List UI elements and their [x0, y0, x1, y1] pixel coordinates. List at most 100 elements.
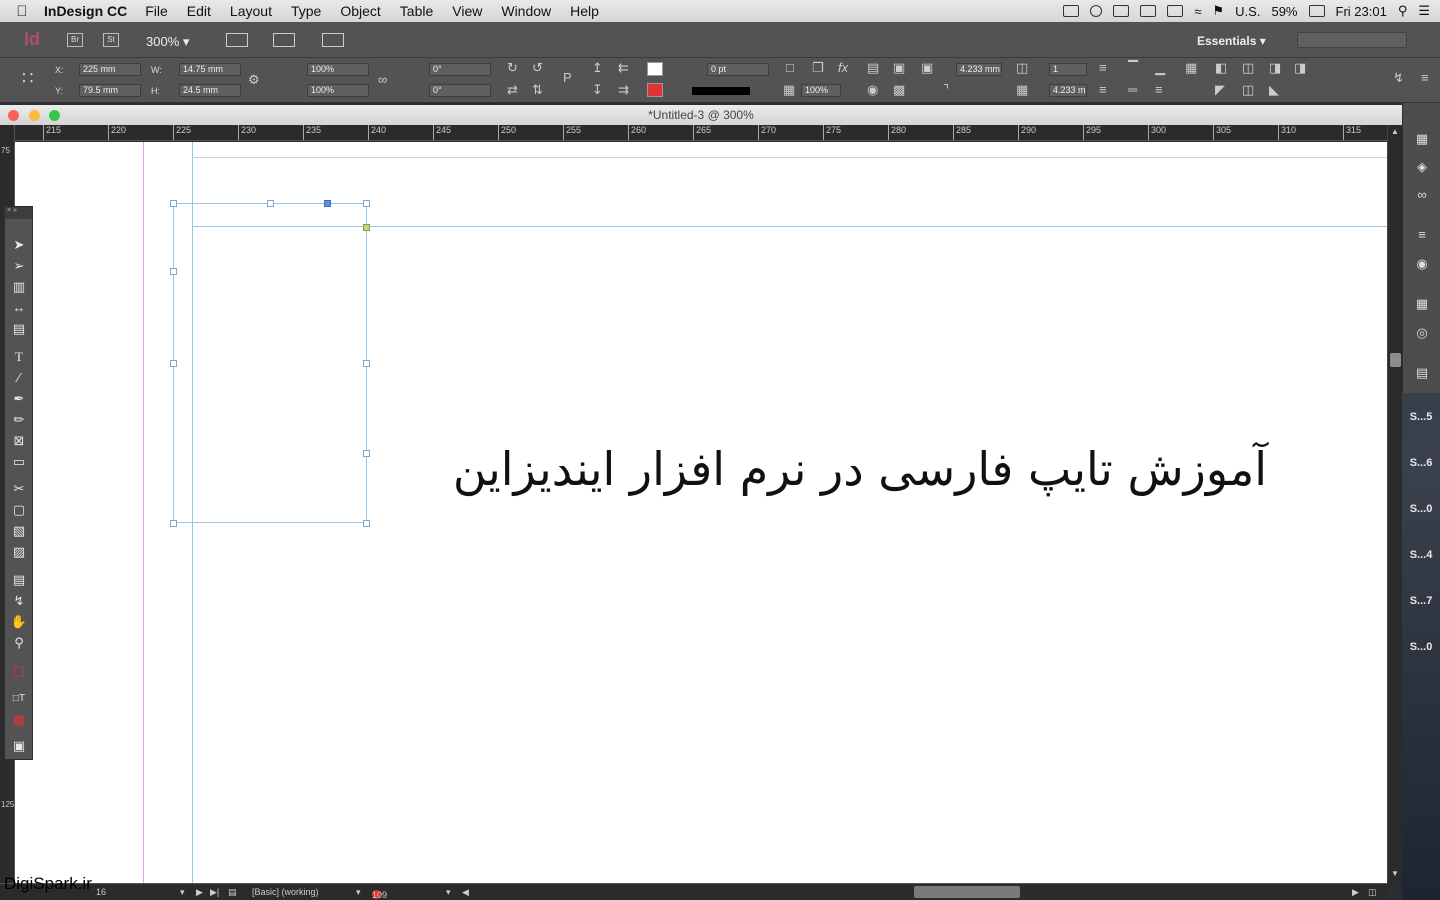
scroll-up-icon[interactable]: ▲ — [1391, 127, 1399, 136]
horizontal-scroll-thumb[interactable] — [914, 886, 1020, 898]
gap-tool-icon[interactable]: ↔ — [10, 300, 28, 316]
frame-handle-bottom-left[interactable] — [170, 520, 177, 527]
frame-fitting-icon[interactable]: ▣ — [921, 60, 933, 76]
close-window-button[interactable] — [8, 110, 19, 121]
bridge-button[interactable]: Br — [67, 33, 83, 47]
align-justify-icon[interactable]: ≡ — [1099, 82, 1107, 97]
page-tool-icon[interactable]: ▥ — [10, 279, 28, 295]
align-middle-icon[interactable]: ═ — [1128, 82, 1137, 97]
farsi-text-line[interactable]: آموزش تایپ فارسی در نرم افزار ایندیزاین — [417, 442, 1267, 496]
note-tool-icon[interactable]: ▤ — [10, 572, 28, 588]
preflight-profile-dropdown-icon[interactable]: ▾ — [356, 887, 361, 898]
select-next-icon[interactable]: ⇉ — [618, 82, 629, 98]
gradient-feather-tool-icon[interactable]: ▨ — [10, 544, 28, 560]
frame-out-port-handle[interactable] — [363, 224, 370, 231]
align-baseline-icon[interactable]: ≡ — [1155, 82, 1163, 97]
content-collector-tool-icon[interactable]: ▤ — [10, 321, 28, 337]
frame-handle-top[interactable] — [267, 200, 274, 207]
height-field[interactable]: 24.5 mm — [179, 84, 241, 97]
stroke-swatch[interactable] — [647, 83, 663, 97]
horizontal-ruler[interactable]: 215 220 225 230 235 240 245 250 255 260 … — [15, 125, 1387, 141]
rectangle-frame-tool-icon[interactable]: ⊠ — [10, 433, 28, 449]
text-wrap-box-icon[interactable]: ▣ — [893, 60, 905, 76]
shear-field[interactable]: 0° — [429, 84, 491, 97]
pencil-tool-icon[interactable]: ✏ — [10, 412, 28, 428]
align-bottom-edges-icon[interactable]: ◣ — [1269, 82, 1279, 98]
stroke-weight-field[interactable]: 0 pt — [707, 63, 769, 76]
dock-label-4[interactable]: S...4 — [1402, 549, 1440, 561]
document-canvas[interactable]: آموزش تایپ فارسی در نرم افزار ایندیزاین — [15, 142, 1387, 883]
menu-file[interactable]: File — [145, 3, 168, 19]
arrange-documents-icon[interactable] — [322, 33, 344, 47]
scale-x-field[interactable]: 100% — [307, 63, 369, 76]
rectangle-tool-icon[interactable]: ▭ — [10, 454, 28, 470]
scroll-left-icon[interactable]: ◀ — [462, 887, 469, 898]
align-right-edges-icon[interactable]: ◨ — [1269, 60, 1281, 76]
dock-label-5[interactable]: S...7 — [1402, 595, 1440, 607]
direct-selection-tool-icon[interactable]: ➢ — [10, 258, 28, 274]
frame-handle-left-upper[interactable] — [170, 268, 177, 275]
align-v-centers-icon[interactable]: ◫ — [1242, 82, 1254, 98]
zoom-window-button[interactable] — [49, 110, 60, 121]
reference-point-icon[interactable]: ∷ — [22, 68, 33, 89]
opacity-field[interactable]: 100% — [801, 84, 841, 97]
menu-table[interactable]: Table — [400, 3, 433, 19]
message-icon[interactable] — [1113, 5, 1130, 17]
preflight-menu-icon[interactable]: ▾ — [446, 887, 451, 898]
spotlight-icon[interactable]: ⚲ — [1398, 3, 1408, 19]
open-document-icon[interactable]: ▤ — [228, 887, 237, 898]
flag-icon[interactable]: ⚑ — [1213, 3, 1225, 19]
dock-label-6[interactable]: S...0 — [1402, 641, 1440, 653]
gradient-swatch-tool-icon[interactable]: ▧ — [10, 523, 28, 539]
formatting-affects-container-icon[interactable]: □T — [10, 691, 28, 707]
scroll-down-icon[interactable]: ▼ — [1391, 869, 1399, 878]
fill-swatch[interactable] — [647, 62, 663, 76]
menu-view[interactable]: View — [452, 3, 482, 19]
fx-icon[interactable]: fx — [838, 60, 848, 75]
vertical-scrollbar[interactable]: ▲ ▼ — [1387, 125, 1402, 883]
airplay-icon[interactable] — [1140, 5, 1157, 17]
page-number-field[interactable]: 16 — [96, 887, 106, 897]
auto-fit-icon[interactable]: ▦ — [1185, 60, 1197, 76]
workspace-switcher[interactable]: Essentials ▾ — [1197, 34, 1266, 48]
links-panel-icon[interactable]: ∞ — [1412, 187, 1432, 203]
menu-layout[interactable]: Layout — [230, 3, 272, 19]
distribute-icon[interactable]: ◨ — [1294, 60, 1306, 76]
menu-object[interactable]: Object — [340, 3, 380, 19]
quick-apply-icon[interactable]: ↯ — [1393, 70, 1404, 86]
screen-mode-tool-icon[interactable]: ▣ — [10, 738, 28, 754]
vertical-scroll-thumb[interactable] — [1390, 353, 1401, 367]
frame-handle-top-right[interactable] — [363, 200, 370, 207]
align-center-icon[interactable]: ▔ — [1128, 60, 1138, 76]
fill-stroke-icon[interactable]: ▢ — [10, 663, 28, 679]
scale-y-field[interactable]: 100% — [307, 84, 369, 97]
apple-icon[interactable]:  — [0, 3, 44, 20]
frame-handle-right[interactable] — [363, 360, 370, 367]
flip-horizontal-icon[interactable]: ⇄ — [507, 82, 518, 98]
eyedropper-tool-icon[interactable]: ↯ — [10, 593, 28, 609]
zoom-tool-icon[interactable]: ⚲ — [10, 635, 28, 651]
color-panel-icon[interactable]: ◉ — [1412, 256, 1432, 272]
columns-field[interactable]: 1 — [1049, 63, 1087, 76]
select-container-icon[interactable]: ↥ — [592, 60, 603, 76]
last-page-icon[interactable]: ▶| — [210, 887, 219, 898]
stroke-panel-icon[interactable]: ≡ — [1412, 227, 1432, 243]
zoom-level-dropdown[interactable]: 300% ▾ — [146, 34, 189, 50]
select-content-icon[interactable]: ↧ — [592, 82, 603, 98]
line-tool-icon[interactable]: ∕ — [10, 370, 28, 386]
frame-handle-right-lower[interactable] — [363, 450, 370, 457]
frame-offset-field[interactable]: 4.233 mm — [956, 63, 1002, 76]
width-field[interactable]: 14.75 mm — [179, 63, 241, 76]
next-page-icon[interactable]: ▶ — [196, 887, 203, 898]
y-field[interactable]: 79.5 mm — [79, 84, 141, 97]
gutter-field[interactable]: 4.233 m — [1049, 84, 1087, 97]
align-bottom-icon[interactable]: ▁ — [1155, 60, 1165, 76]
notification-center-icon[interactable]: ☰ — [1418, 3, 1430, 19]
frame-handle-bottom-right[interactable] — [363, 520, 370, 527]
drop-shadow-icon[interactable]: ❐ — [812, 60, 824, 76]
wifi-icon[interactable]: ≈ — [1194, 4, 1201, 19]
frame-handle-left[interactable] — [170, 360, 177, 367]
minimize-window-button[interactable] — [29, 110, 40, 121]
text-wrap-jump-icon[interactable]: ▩ — [893, 82, 905, 98]
battery-icon[interactable] — [1308, 5, 1325, 17]
